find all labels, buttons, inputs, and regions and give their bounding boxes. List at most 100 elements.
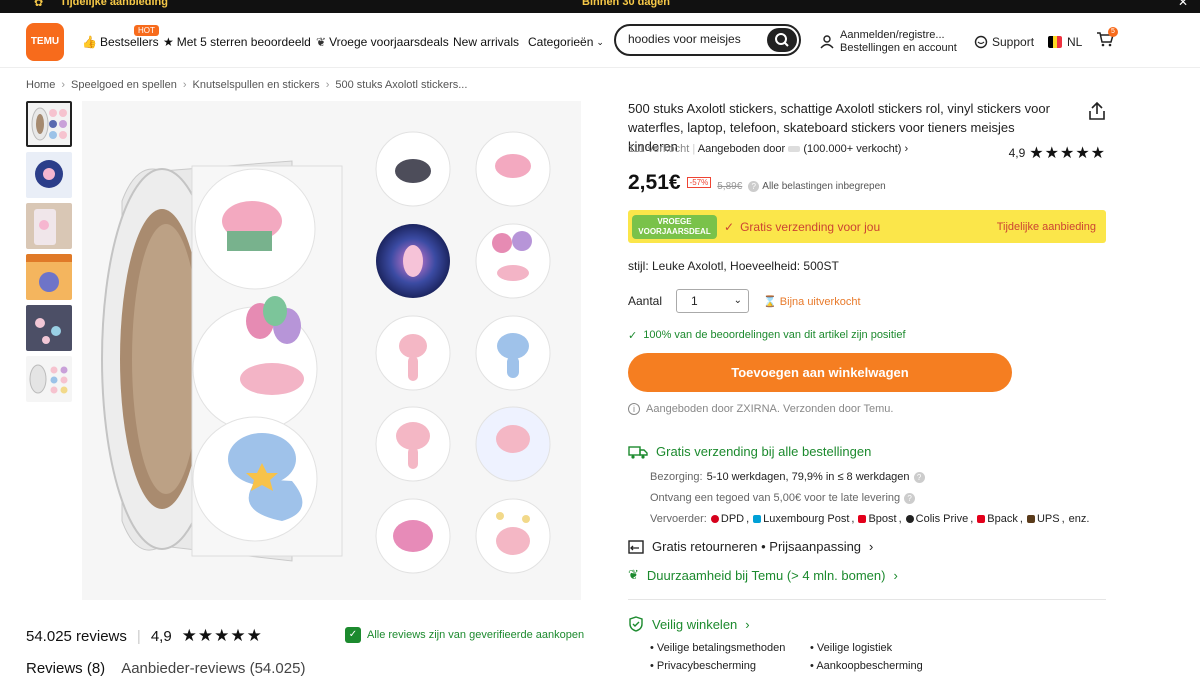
cart-count-badge: 5 [1108,27,1118,37]
nav-label: Vroege voorjaarsdeals [329,35,449,49]
carrier-name: DPD [720,513,745,525]
carrier-dpd: DPD, [710,513,749,525]
limited-deal-label: Tijdelijke aanbieding [996,221,1096,233]
old-price: 5,89€ [717,181,743,192]
vat-note[interactable]: ? Alle belastingen inbegrepen [748,181,886,192]
help-icon[interactable]: ? [913,471,925,483]
thumbnail-4[interactable] [26,254,72,300]
quantity-label: Aantal [628,294,663,308]
carrier-colisprive: Colis Prive, [905,513,973,525]
late-delivery-credit: Ontvang een tegoed van 5,00€ voor te lat… [650,492,916,504]
account-menu[interactable]: Aanmelden/registre... Bestellingen en ac… [820,29,957,55]
product-rating[interactable]: 4,9 ★★★★★ [1009,143,1106,163]
safe-item: Privacybescherming [650,660,810,672]
product-meta: 111 verkocht | Aangeboden door (100.000+… [628,143,1106,163]
free-shipping-header[interactable]: Gratis verzending bij alle bestellingen [628,444,871,459]
support-link[interactable]: Support [974,35,1034,49]
breadcrumb-crafts[interactable]: Knutselspullen en stickers [193,79,320,91]
chevron-right-icon: › [325,79,330,91]
current-price: 2,51€ [628,171,681,194]
positive-text: 100% van de beoordelingen van dit artike… [643,329,906,341]
star-badge-icon: ★ [163,35,174,49]
roll-thumb-icon [29,364,68,394]
logo-text: TEMU [30,36,60,47]
breadcrumb-toys[interactable]: Speelgoed en spellen [71,79,177,91]
vat-text: Alle belastingen inbegrepen [762,181,886,192]
variant-style: stijl: Leuke Axolotl, Hoeveelheid: 500ST [628,259,839,273]
temu-logo[interactable]: TEMU [26,23,64,61]
carrier-name: Bpack [987,513,1018,525]
search-icon [775,33,789,47]
verified-notice: ✓ Alle reviews zijn van geverifieerde aa… [345,627,584,643]
chevron-down-icon: ⌄ [596,36,604,47]
add-to-cart-button[interactable]: Toevoegen aan winkelwagen [628,353,1012,392]
checkmark-icon: ✓ [628,330,638,342]
chevron-right-icon: › [893,567,898,583]
product-main-image[interactable] [82,101,581,600]
thumbnail-2[interactable] [26,152,72,198]
thumbs-up-icon: 👍 [82,35,97,49]
safe-shopping-link[interactable]: Veilig winkelen › [628,616,750,632]
chevron-right-icon: › [182,79,187,91]
tab-seller-reviews[interactable]: Aanbieder-reviews (54.025) [121,660,305,677]
rating-value: 4,9 [1008,146,1026,160]
search-button[interactable] [767,28,797,52]
quantity-select[interactable]: 1 ⌄ [676,289,750,313]
nav-categories[interactable]: Categorieën ⌄ [528,35,604,49]
share-button[interactable] [1088,101,1106,124]
thumbnail-1[interactable] [26,101,72,147]
promo-banner-spring[interactable]: VROEGE VOORJAARSDEAL ✓ Gratis verzending… [628,210,1106,243]
help-icon: ? [748,181,760,192]
discount-badge: -57% [686,177,712,188]
close-icon[interactable]: ✕ [1178,0,1188,9]
reviews-count: 54.025 reviews [26,627,127,645]
carriers: Vervoerder: DPD, Luxembourg Post, Bpost,… [650,513,1089,525]
carrier-name: UPS [1036,513,1060,525]
nav-new-arrivals[interactable]: New arrivals [453,35,519,49]
search-bar [614,24,801,56]
free-shipping-promo: ✓ Gratis verzending voor jou [724,220,880,234]
truck-icon [628,445,648,459]
thumbnail-3[interactable] [26,203,72,249]
cart-button[interactable]: 5 [1096,27,1118,50]
price-block: 2,51€ -57% 5,89€ ? Alle belastingen inbe… [628,171,886,195]
hot-badge: HOT [134,25,159,36]
star-rating-icon: ★★★★★ [181,626,263,645]
help-icon[interactable]: ? [904,492,916,504]
tab-reviews[interactable]: Reviews (8) [26,660,105,677]
banner-left-text: Tijdelijke aanbieding [60,0,168,8]
carrier-ups: UPS, [1026,513,1065,525]
search-input[interactable] [628,32,768,46]
free-shipping-text: Gratis verzending voor jou [740,220,881,234]
returns-link[interactable]: Gratis retourneren • Prijsaanpassing › [628,539,873,554]
verified-text: Alle reviews zijn van geverifieerde aank… [367,629,585,641]
quantity-row: Aantal 1 ⌄ ⌛ Bijna uitverkocht [628,289,861,313]
spring-deal-badge: VROEGE VOORJAARSDEAL [632,215,717,239]
offered-shipped-note: i Aangeboden door ZXIRNA. Verzonden door… [628,403,893,415]
support-label: Support [992,35,1035,49]
language-selector[interactable]: NL [1048,35,1082,49]
chat-icon [974,35,988,49]
carrier-etc: enz. [1068,513,1090,525]
carrier-luxpost: Luxembourg Post, [753,513,854,525]
carrier-name: Colis Prive [915,513,969,525]
nav-bestsellers[interactable]: 👍 Bestsellers [82,35,159,49]
nav-spring-deals[interactable]: ❦ Vroege voorjaarsdeals [316,35,449,49]
carrier-bpost: Bpost, [858,513,902,525]
checkmark-icon: ✓ [724,220,735,234]
offered-by-label: Aangeboden door [697,143,786,155]
nav-label: New arrivals [453,35,520,49]
seller-link[interactable]: Aangeboden door (100.000+ verkocht) › [698,143,908,155]
nav-five-stars[interactable]: ★ Met 5 sterren beoordeeld [163,35,311,49]
low-stock-text: Bijna uitverkocht [779,295,861,308]
breadcrumb-home[interactable]: Home [26,79,55,91]
carrier-bpack: Bpack, [977,513,1023,525]
carrier-label: Vervoerder: [650,513,707,525]
return-box-icon [628,539,644,554]
thumbnail-6[interactable] [26,356,72,402]
thumbnail-5[interactable] [26,305,72,351]
promo-banner[interactable]: ✿ Tijdelijke aanbieding Binnen 30 dagen … [0,0,1200,13]
positive-reviews-note: ✓ 100% van de beoordelingen van dit arti… [628,329,906,342]
user-icon [820,35,834,49]
sustainability-link[interactable]: ❦ Duurzaamheid bij Temu (> 4 mln. bomen)… [628,567,898,583]
